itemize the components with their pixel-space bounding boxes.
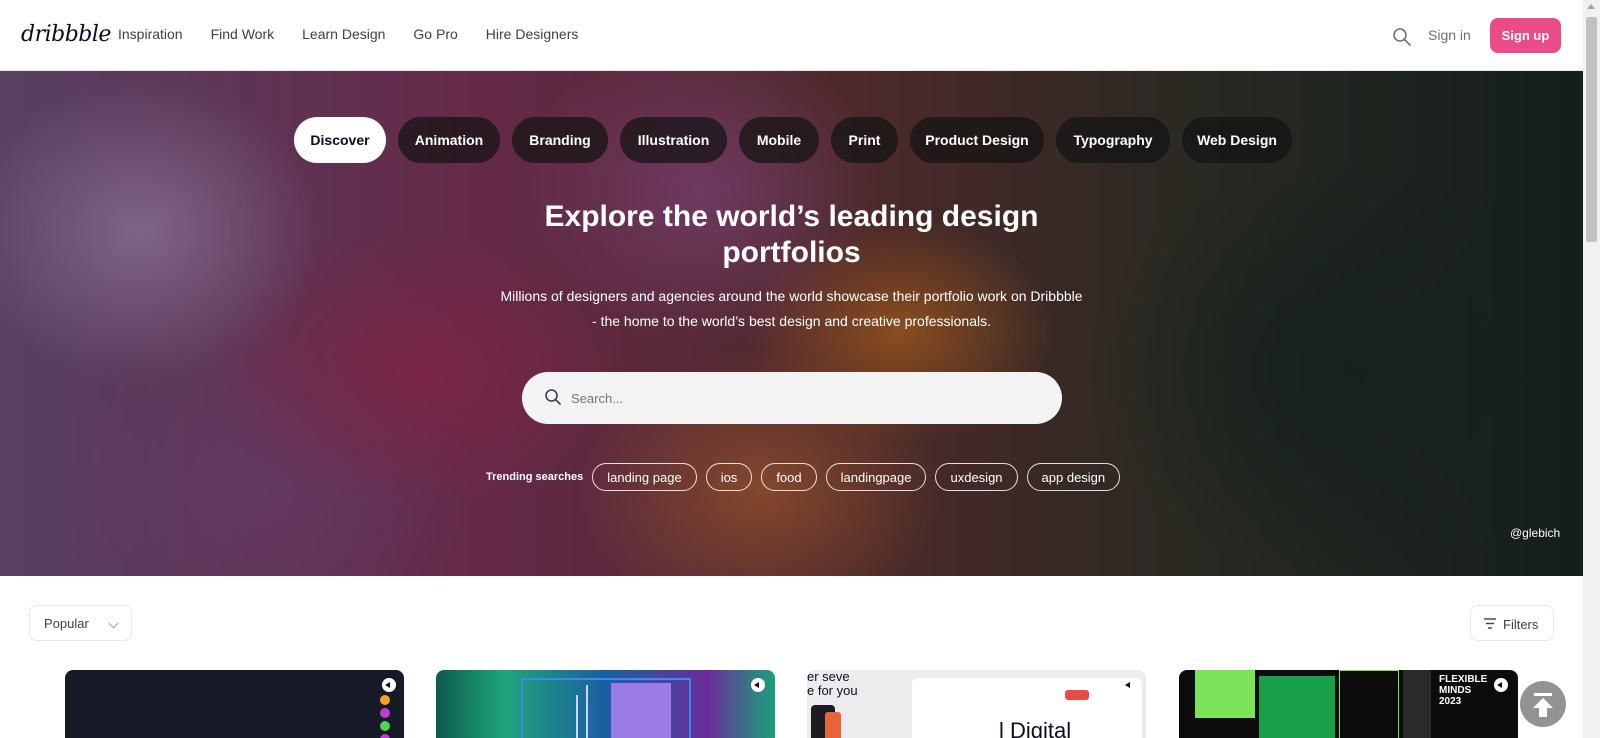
hero-title: Explore the world’s leading design portf… — [0, 199, 1583, 271]
search-icon[interactable] — [1392, 27, 1412, 47]
hero-banner: Discover Animation Branding Illustration… — [0, 71, 1583, 576]
nav-link-hire-designers[interactable]: Hire Designers — [486, 26, 579, 42]
trending-tag[interactable]: food — [761, 463, 817, 491]
color-dot — [380, 734, 390, 738]
tab-branding[interactable]: Branding — [512, 117, 608, 163]
tab-animation[interactable]: Animation — [398, 117, 500, 163]
dribbble-logo[interactable]: dribbble — [21, 22, 111, 47]
trending-tag[interactable]: landingpage — [825, 463, 927, 491]
shot-card[interactable]: FLEXIBLE MINDS 2023 — [1179, 670, 1518, 738]
page-scrollbar[interactable] — [1583, 0, 1600, 738]
shot-text: FLEXIBLE MINDS 2023 — [1439, 674, 1488, 707]
sort-dropdown[interactable]: Popular — [29, 605, 132, 641]
shot-artwork — [576, 695, 578, 738]
nav-links: Inspiration Find Work Learn Design Go Pr… — [118, 26, 606, 42]
tab-product-design[interactable]: Product Design — [910, 117, 1044, 163]
nav-link-find-work[interactable]: Find Work — [211, 26, 275, 42]
shot-badge-icon — [1494, 678, 1508, 692]
chevron-down-icon — [108, 618, 119, 629]
shot-badge-icon — [1122, 678, 1136, 692]
category-tabs: Discover Animation Branding Illustration… — [294, 117, 1304, 163]
shot-artwork — [1195, 670, 1255, 718]
hero-search-bar[interactable] — [522, 372, 1062, 424]
shot-card[interactable] — [65, 670, 404, 738]
hero-title-line2: portfolios — [722, 236, 861, 269]
trending-label: Trending searches — [486, 471, 584, 483]
tab-illustration[interactable]: Illustration — [620, 117, 727, 163]
sign-in-link[interactable]: Sign in — [1428, 27, 1471, 43]
shot-text: l Digital — [999, 718, 1072, 738]
nav-link-learn-design[interactable]: Learn Design — [302, 26, 385, 42]
hero-subtitle: Millions of designers and agencies aroun… — [500, 288, 1083, 329]
shot-badge-icon — [382, 678, 396, 692]
search-icon — [545, 389, 561, 405]
tab-discover[interactable]: Discover — [294, 117, 386, 163]
color-dot — [380, 708, 390, 718]
tab-typography[interactable]: Typography — [1056, 117, 1170, 163]
shot-artwork — [1403, 670, 1431, 738]
shot-text: er seve e for you — [807, 670, 858, 698]
shot-card[interactable]: er seve e for you l Digital — [807, 670, 1146, 738]
shot-artwork — [1065, 690, 1089, 700]
filter-icon — [1484, 618, 1496, 629]
hero-credit-link[interactable]: @glebich — [1510, 526, 1560, 540]
tab-print[interactable]: Print — [831, 117, 898, 163]
shot-badge-icon — [751, 678, 765, 692]
top-nav: dribbble Inspiration Find Work Learn Des… — [0, 0, 1583, 71]
search-input[interactable] — [571, 382, 1041, 414]
trending-searches: Trending searches landing page ios food … — [486, 463, 1129, 491]
scroll-up-arrow-icon[interactable] — [1587, 4, 1595, 9]
nav-link-go-pro[interactable]: Go Pro — [413, 26, 457, 42]
shot-artwork — [611, 683, 671, 738]
scrollbar-thumb[interactable] — [1586, 17, 1597, 242]
scroll-to-top-button[interactable] — [1520, 681, 1566, 727]
sign-up-button[interactable]: Sign up — [1490, 18, 1561, 53]
trending-tag[interactable]: app design — [1026, 463, 1121, 491]
arrow-up-icon — [1539, 707, 1547, 717]
filters-label: Filters — [1503, 617, 1539, 632]
shot-artwork — [1259, 676, 1335, 738]
shot-artwork — [825, 712, 841, 738]
arrow-up-icon — [1534, 693, 1552, 696]
tab-mobile[interactable]: Mobile — [739, 117, 819, 163]
shot-card[interactable] — [436, 670, 775, 738]
sort-dropdown-value: Popular — [44, 615, 89, 631]
hero-title-line1: Explore the world’s leading design — [544, 200, 1039, 233]
shot-artwork — [1339, 670, 1399, 738]
nav-link-inspiration[interactable]: Inspiration — [118, 26, 183, 42]
shot-artwork — [586, 685, 588, 738]
trending-tag[interactable]: landing page — [592, 463, 697, 491]
filters-button[interactable]: Filters — [1470, 605, 1554, 641]
trending-tag[interactable]: ios — [705, 463, 753, 491]
color-dot — [380, 695, 390, 705]
trending-tag[interactable]: uxdesign — [935, 463, 1018, 491]
tab-web-design[interactable]: Web Design — [1182, 117, 1292, 163]
color-dot — [380, 721, 390, 731]
